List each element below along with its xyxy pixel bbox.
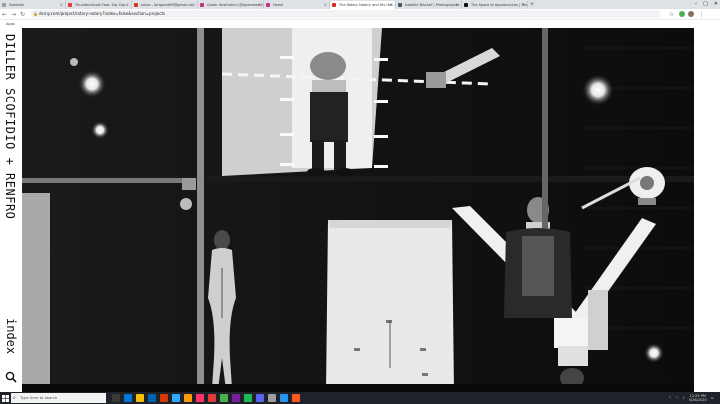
browser-tab[interactable]: Seabirds × (0, 1, 66, 9)
tab-favicon-icon (134, 3, 138, 7)
tab-label: The Rotary Notary and His Hot... (339, 3, 396, 7)
tab-favicon-icon (464, 3, 468, 7)
browser-tab[interactable]: Home × (264, 1, 330, 9)
browser-tab[interactable]: Isabelle Bischof | Photographer × (396, 1, 462, 9)
mail-icon[interactable] (280, 394, 288, 402)
settings-icon[interactable] (268, 394, 276, 402)
task-view-icon[interactable] (112, 394, 120, 402)
browser-tab[interactable]: The Space of Appearances | The... × (462, 1, 528, 9)
tab-label: Thunderclouds Feat. Sia, Dip... (75, 3, 129, 7)
bookmarks-bar: Apps (0, 20, 720, 28)
tab-close-icon[interactable]: × (324, 1, 327, 9)
tab-label: Isabelle Bischof | Photographer (405, 3, 460, 7)
search-icon[interactable] (5, 371, 17, 383)
index-link[interactable]: index (4, 318, 18, 354)
volume-icon[interactable]: ♪ (683, 396, 685, 400)
taskbar-search-box[interactable]: ⌕ Type here to search (11, 393, 106, 403)
browser-tab[interactable]: Queer Aesthetics (@queeraesth... × (198, 1, 264, 9)
close-window-icon[interactable]: ✕ (714, 0, 718, 9)
system-tray: ^ ◠ ♪ 12:25 PM 5/26/2020 ▭ (669, 392, 715, 404)
tab-label: Queer Aesthetics (@queeraesth... (207, 3, 264, 7)
tab-close-icon[interactable]: × (522, 1, 525, 9)
tab-favicon-icon (332, 3, 336, 7)
clock[interactable]: 12:25 PM 5/26/2020 (689, 394, 707, 402)
extension-icon[interactable] (679, 11, 685, 17)
browser-toolbar: ← → ↻ 🔒 dsrny.com/project/rotary-notary?… (0, 9, 720, 20)
taskbar-apps (112, 394, 300, 402)
profile-avatar[interactable] (688, 11, 694, 17)
tab-label: Seabirds (9, 3, 25, 7)
minimize-icon[interactable]: – (695, 0, 698, 9)
lock-icon: 🔒 (33, 11, 38, 16)
tab-close-icon[interactable]: × (126, 1, 129, 9)
tab-label: The Space of Appearances | The... (471, 3, 528, 7)
discord-icon[interactable] (256, 394, 264, 402)
web-page: DILLER SCOFIDIO + RENFRO index (0, 28, 720, 392)
back-arrow-icon[interactable]: ← (0, 11, 9, 18)
clock-date: 5/26/2020 (688, 398, 707, 402)
tab-close-icon[interactable]: × (192, 1, 195, 9)
reload-icon[interactable]: ↻ (18, 11, 27, 18)
app2-icon[interactable] (292, 394, 300, 402)
browser-tab-bar: Seabirds × Thunderclouds Feat. Sia, Dip...… (0, 0, 720, 9)
tab-label: Inbox - lorigould89@gmail.co... (141, 3, 196, 7)
tab-close-icon[interactable]: × (456, 1, 459, 9)
menu-kebab-icon[interactable]: ⋮ (697, 11, 706, 18)
wifi-icon[interactable]: ◠ (675, 396, 678, 400)
tab-favicon-icon (266, 3, 270, 7)
address-bar[interactable]: 🔒 dsrny.com/project/rotary-notary?index=… (31, 10, 661, 18)
firm-name-logo[interactable]: DILLER SCOFIDIO + RENFRO (3, 34, 17, 219)
illustrator-icon[interactable] (184, 394, 192, 402)
tab-favicon-icon (68, 3, 72, 7)
page-right-margin (694, 28, 720, 392)
browser-tab[interactable]: Inbox - lorigould89@gmail.co... × (132, 1, 198, 9)
tab-favicon-icon (200, 3, 204, 7)
window-controls: – □ ✕ (695, 0, 718, 9)
indesign-icon[interactable] (196, 394, 204, 402)
office-icon[interactable] (160, 394, 168, 402)
app-icon[interactable] (232, 394, 240, 402)
tab-favicon-icon (398, 3, 402, 7)
chevron-up-icon[interactable]: ^ (669, 396, 672, 400)
tab-close-icon[interactable]: × (258, 1, 261, 9)
file-explorer-icon[interactable] (136, 394, 144, 402)
store-icon[interactable] (148, 394, 156, 402)
acrobat-icon[interactable] (208, 394, 216, 402)
spotify-icon[interactable] (244, 394, 252, 402)
maximize-icon[interactable]: □ (703, 0, 708, 9)
edge-icon[interactable] (124, 394, 132, 402)
taskbar-search-placeholder: Type here to search (20, 395, 58, 400)
chrome-icon[interactable] (220, 394, 228, 402)
project-photo (22, 28, 694, 392)
new-tab-button[interactable]: + (528, 1, 536, 9)
tab-favicon-icon (2, 3, 6, 7)
forward-arrow-icon[interactable]: → (9, 11, 18, 18)
notification-icon[interactable]: ▭ (711, 396, 714, 400)
stage-photo-illustration (22, 28, 694, 392)
tab-close-icon[interactable]: × (60, 1, 63, 9)
browser-tab[interactable]: The Rotary Notary and His Hot... × (330, 1, 396, 9)
windows-taskbar: ⌕ Type here to search ^ ◠ ♪ 12:25 PM 5/2… (0, 392, 720, 404)
tab-close-icon[interactable]: × (390, 1, 393, 9)
site-sidebar: DILLER SCOFIDIO + RENFRO index (0, 28, 22, 392)
tab-label: Home (273, 3, 284, 7)
start-button[interactable] (0, 392, 10, 404)
apps-bookmark[interactable]: Apps (6, 22, 15, 26)
browser-tab[interactable]: Thunderclouds Feat. Sia, Dip... × (66, 1, 132, 9)
search-icon: ⌕ (13, 395, 16, 401)
url-text: dsrny.com/project/rotary-notary?index=fa… (39, 11, 166, 16)
windows-logo-icon (1, 394, 9, 402)
bookmark-star-icon[interactable]: ☆ (667, 11, 676, 18)
photoshop-icon[interactable] (172, 394, 180, 402)
